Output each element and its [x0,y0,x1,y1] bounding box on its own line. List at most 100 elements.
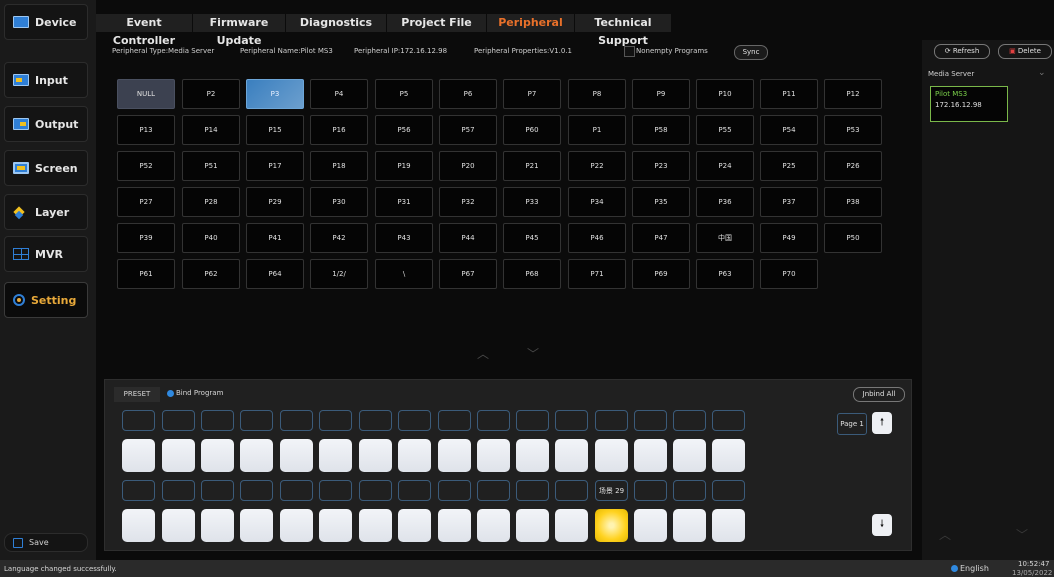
program-button[interactable]: P11 [760,79,818,109]
program-button[interactable]: P57 [439,115,497,145]
program-button[interactable]: P47 [632,223,690,253]
page-up-arrow-icon[interactable]: 🠕 [872,412,892,434]
chevron-down-icon[interactable]: ⌄ [1038,68,1046,78]
preset-pad[interactable] [438,439,471,472]
program-button[interactable]: P26 [824,151,882,181]
tab-preset[interactable]: PRESET [114,387,160,402]
program-button[interactable]: P2 [182,79,240,109]
preset-pad[interactable] [673,439,706,472]
preset-pad[interactable] [516,439,549,472]
program-button[interactable]: P9 [632,79,690,109]
program-button[interactable]: P39 [117,223,175,253]
program-button[interactable]: \ [375,259,433,289]
program-button[interactable]: P37 [760,187,818,217]
program-button[interactable]: P5 [375,79,433,109]
program-button[interactable]: P54 [760,115,818,145]
preset-pad[interactable] [122,439,155,472]
program-button[interactable]: P55 [696,115,754,145]
tab-technical-support[interactable]: Technical Support [575,14,672,47]
sidebar-item-device[interactable]: Device [4,4,88,40]
program-button[interactable]: P27 [117,187,175,217]
program-button[interactable]: P51 [182,151,240,181]
program-button[interactable]: P23 [632,151,690,181]
sync-button[interactable]: Sync [734,45,768,60]
sidebar-item-layer[interactable]: Layer [4,194,88,230]
program-button[interactable]: P4 [310,79,368,109]
program-button[interactable]: P20 [439,151,497,181]
tab-diagnostics[interactable]: Diagnostics [286,14,387,32]
program-button[interactable]: P52 [117,151,175,181]
program-button[interactable]: 1/2/ [310,259,368,289]
save-button[interactable]: Save [4,533,88,552]
tab-peripheral[interactable]: Peripheral [487,14,575,32]
program-button[interactable]: P43 [375,223,433,253]
program-button[interactable]: P14 [182,115,240,145]
preset-pad[interactable] [162,439,195,472]
program-button[interactable]: P32 [439,187,497,217]
preset-pad[interactable] [516,509,549,542]
chevron-up-icon[interactable]: ︿ [477,345,489,362]
program-button[interactable]: P13 [117,115,175,145]
program-button[interactable]: P50 [824,223,882,253]
program-button[interactable]: P69 [632,259,690,289]
preset-pad[interactable] [595,509,628,542]
unbind-all-button[interactable]: Jnbind All [853,387,905,402]
sidebar-item-output[interactable]: Output [4,106,88,142]
tab-event-controller[interactable]: Event Controller [96,14,193,47]
preset-pad[interactable] [398,509,431,542]
preset-pad[interactable] [240,439,273,472]
program-button[interactable]: P1 [568,115,626,145]
program-button[interactable]: P33 [503,187,561,217]
program-button[interactable]: P19 [375,151,433,181]
program-button[interactable]: P62 [182,259,240,289]
program-button[interactable]: P18 [310,151,368,181]
preset-pad[interactable] [162,509,195,542]
program-button[interactable]: P56 [375,115,433,145]
program-button[interactable]: P17 [246,151,304,181]
preset-pad[interactable] [712,439,745,472]
program-button[interactable]: P67 [439,259,497,289]
preset-pad[interactable] [319,439,352,472]
chevron-up-icon[interactable]: ︿ [939,526,951,543]
refresh-button[interactable]: ⟳ Refresh [934,44,990,59]
preset-pad[interactable] [477,439,510,472]
program-button[interactable]: P42 [310,223,368,253]
preset-pad[interactable] [280,509,313,542]
program-button[interactable]: P28 [182,187,240,217]
preset-pad[interactable] [555,439,588,472]
program-button[interactable]: P34 [568,187,626,217]
program-button[interactable]: P3 [246,79,304,109]
preset-pad[interactable] [595,439,628,472]
program-button[interactable]: P15 [246,115,304,145]
program-button[interactable]: P25 [760,151,818,181]
preset-pad[interactable] [359,439,392,472]
program-button[interactable]: P36 [696,187,754,217]
program-button[interactable]: P7 [503,79,561,109]
program-button[interactable]: P71 [568,259,626,289]
program-button[interactable]: 中国 [696,223,754,253]
program-button[interactable]: P38 [824,187,882,217]
program-button[interactable]: P60 [503,115,561,145]
sidebar-item-setting[interactable]: Setting [4,282,88,318]
page-indicator[interactable]: Page 1 [837,413,867,435]
preset-pad[interactable] [634,439,667,472]
program-button[interactable]: P70 [760,259,818,289]
chevron-down-icon[interactable]: ﹀ [1016,526,1028,543]
preset-pad[interactable] [280,439,313,472]
program-button[interactable]: P35 [632,187,690,217]
program-button[interactable]: P22 [568,151,626,181]
program-button[interactable]: P46 [568,223,626,253]
preset-pad[interactable] [555,509,588,542]
program-button[interactable]: P64 [246,259,304,289]
program-button[interactable]: P45 [503,223,561,253]
preset-pad[interactable] [319,509,352,542]
program-button[interactable]: P21 [503,151,561,181]
program-button[interactable]: P68 [503,259,561,289]
page-down-arrow-icon[interactable]: 🠗 [872,514,892,536]
delete-button[interactable]: ▣ Delete [998,44,1052,59]
program-button[interactable]: P49 [760,223,818,253]
program-button[interactable]: P8 [568,79,626,109]
program-button[interactable]: P58 [632,115,690,145]
server-card[interactable]: Pilot MS3 172.16.12.98 [930,86,1008,122]
preset-pad[interactable] [634,509,667,542]
